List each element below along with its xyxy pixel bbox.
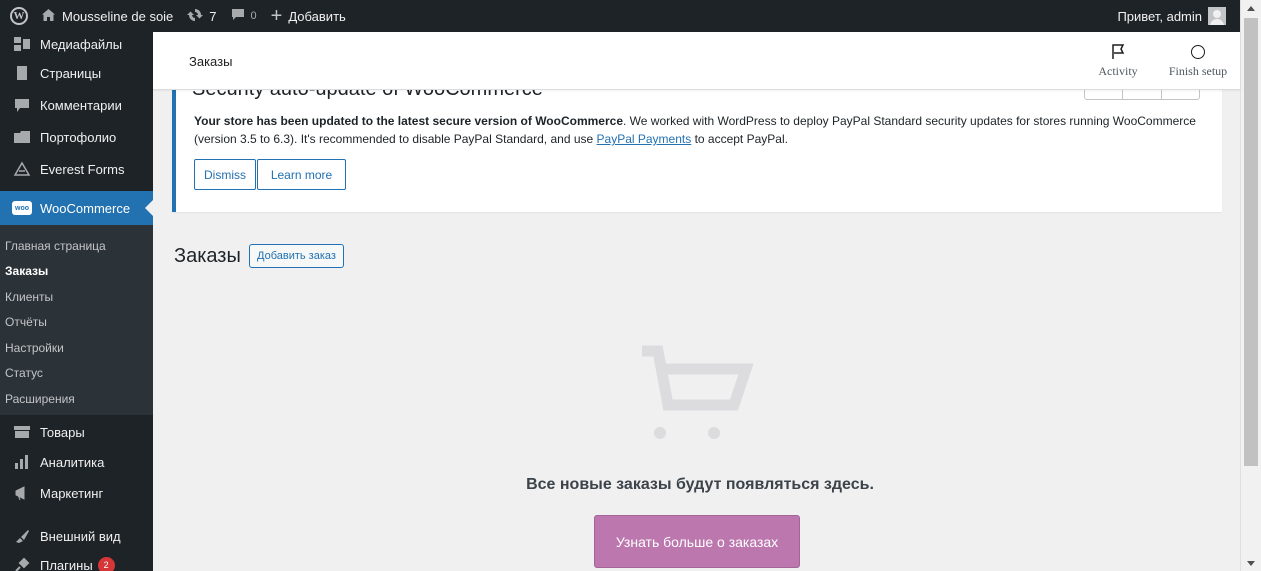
submenu-home[interactable]: Главная страница <box>0 233 153 259</box>
active-indicator <box>145 200 153 216</box>
submenu-settings[interactable]: Настройки <box>0 335 153 361</box>
orders-heading: Заказы <box>174 245 241 267</box>
site-name: Mousseline de soie <box>62 8 174 24</box>
media-icon <box>12 34 32 54</box>
updates-icon <box>187 7 204 26</box>
woo-icon: woo <box>12 198 32 218</box>
comment-icon <box>231 8 245 24</box>
page-scrollbar[interactable] <box>1240 0 1261 571</box>
updates-count: 7 <box>209 8 217 24</box>
notice-bold-text: Your store has been updated to the lates… <box>194 114 623 128</box>
woocommerce-header: Заказы Activity Finish setup <box>153 32 1240 90</box>
menu-label: Комментарии <box>40 97 122 113</box>
comment-icon <box>12 95 32 115</box>
menu-comments[interactable]: Комментарии <box>0 88 153 122</box>
submenu-extensions[interactable]: Расширения <box>0 386 153 412</box>
add-order-button[interactable]: Добавить заказ <box>249 244 344 268</box>
activity-label: Activity <box>1098 64 1138 78</box>
admin-sidebar: Медиафайлы Страницы Комментарии Портофол… <box>0 32 153 571</box>
submenu-customers[interactable]: Клиенты <box>0 284 153 310</box>
wordpress-logo-icon[interactable]: W <box>4 0 34 32</box>
empty-orders-message: Все новые заказы будут появляться здесь. <box>526 476 874 493</box>
plugins-update-badge: 2 <box>97 556 115 571</box>
my-account[interactable]: Привет, admin <box>1117 7 1240 25</box>
activity-button[interactable]: Activity <box>1088 42 1148 82</box>
menu-portfolio[interactable]: Портофолио <box>0 120 153 154</box>
menu-plugins[interactable]: Плагины 2 <box>0 548 153 571</box>
dismiss-button[interactable]: Dismiss <box>194 159 256 190</box>
menu-analytics[interactable]: Аналитика <box>0 445 153 479</box>
security-update-notice: Security auto-update of WooCommerce Your… <box>172 72 1222 212</box>
menu-woocommerce[interactable]: woo WooCommerce <box>0 191 153 225</box>
avatar <box>1208 7 1226 25</box>
flag-icon <box>1111 42 1125 62</box>
learn-more-button[interactable]: Learn more <box>257 159 346 190</box>
scroll-down-icon[interactable] <box>1247 561 1255 566</box>
notice-text: Your store has been updated to the lates… <box>194 112 1204 148</box>
menu-label: Товары <box>40 424 85 440</box>
submenu-reports[interactable]: Отчёты <box>0 310 153 336</box>
menu-label: Портофолио <box>40 129 117 145</box>
menu-products[interactable]: Товары <box>0 415 153 449</box>
notice-text-part: to accept PayPal. <box>691 132 788 146</box>
progress-circle-icon <box>1191 42 1205 62</box>
portfolio-icon <box>12 127 32 147</box>
new-content-link[interactable]: + Добавить <box>264 0 353 32</box>
admin-bar: W Mousseline de soie 7 0 + Добавить Прив… <box>0 0 1240 32</box>
home-icon <box>41 8 56 25</box>
menu-label: Плагины <box>40 557 93 571</box>
menu-label: Аналитика <box>40 454 105 470</box>
learn-about-orders-button[interactable]: Узнать больше о заказах <box>594 515 800 568</box>
woocommerce-submenu: Главная страница Заказы Клиенты Отчёты Н… <box>0 225 153 415</box>
plugins-icon <box>12 555 32 571</box>
marketing-icon <box>12 483 32 503</box>
finish-setup-label: Finish setup <box>1168 64 1228 78</box>
scrollbar-thumb[interactable] <box>1244 18 1258 466</box>
finish-setup-button[interactable]: Finish setup <box>1163 42 1233 82</box>
menu-label: WooCommerce <box>40 200 131 216</box>
page-icon <box>12 63 32 83</box>
menu-label: Маркетинг <box>40 485 104 501</box>
page-title: Заказы <box>189 54 233 69</box>
submenu-orders[interactable]: Заказы <box>0 259 153 285</box>
site-name-link[interactable]: Mousseline de soie <box>34 0 180 32</box>
comments-link[interactable]: 0 <box>224 0 264 32</box>
products-icon <box>12 422 32 442</box>
menu-label: Медиафайлы <box>40 36 123 52</box>
plus-icon: + <box>270 5 283 27</box>
menu-label: Страницы <box>40 65 102 81</box>
comments-count: 0 <box>250 10 257 22</box>
shopping-cart-icon <box>638 345 758 445</box>
scroll-up-icon[interactable] <box>1247 6 1255 11</box>
new-label: Добавить <box>288 8 346 24</box>
menu-everest-forms[interactable]: Everest Forms <box>0 152 153 186</box>
appearance-icon <box>12 526 32 546</box>
menu-label: Everest Forms <box>40 161 125 177</box>
forms-icon <box>12 159 32 179</box>
menu-pages[interactable]: Страницы <box>0 56 153 90</box>
submenu-status[interactable]: Статус <box>0 361 153 387</box>
analytics-icon <box>12 452 32 472</box>
paypal-payments-link[interactable]: PayPal Payments <box>597 132 692 146</box>
menu-label: Внешний вид <box>40 528 121 544</box>
greeting: Привет, admin <box>1117 8 1202 24</box>
updates-link[interactable]: 7 <box>180 0 223 32</box>
menu-marketing[interactable]: Маркетинг <box>0 476 153 510</box>
